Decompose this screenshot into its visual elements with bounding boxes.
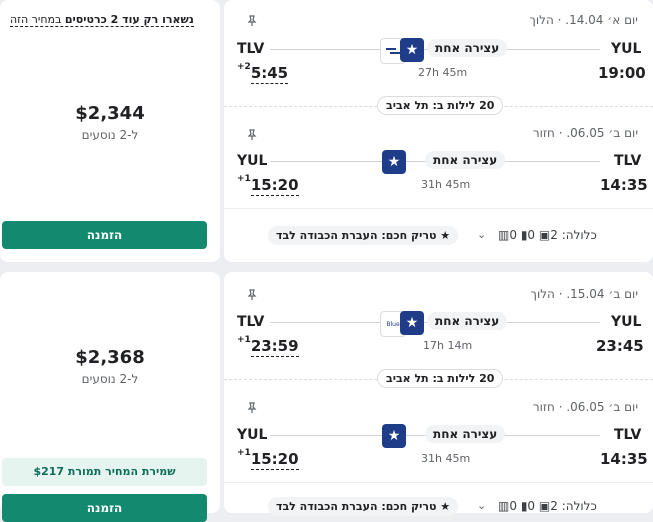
star-icon: ★ <box>440 500 451 513</box>
passenger-count: ל-2 נוסעים <box>81 372 139 386</box>
book-button[interactable]: הזמנה <box>2 494 207 522</box>
departure-code: YUL <box>611 41 642 57</box>
pin-icon[interactable] <box>246 129 258 141</box>
book-button[interactable]: הזמנה <box>2 221 207 249</box>
arrival-code: TLV <box>237 314 265 330</box>
departure-code: TLV <box>614 427 642 443</box>
nights-badge: 20 לילות ב: תל אביב <box>377 96 504 115</box>
departure-time: 14:35 <box>600 176 648 194</box>
leg-header: יום ב׳ 06.05. · חזור <box>532 400 638 414</box>
airline-logo-icon: ★ <box>400 38 424 62</box>
itinerary-card[interactable] <box>224 272 653 513</box>
departure-time: 23:45 <box>596 337 644 355</box>
stops-badge[interactable]: עצירה אחת <box>427 39 508 57</box>
arrival-code: YUL <box>237 153 268 169</box>
arrival-time[interactable]: +123:59 <box>237 335 299 357</box>
arrival-code: TLV <box>237 41 265 57</box>
duration: 31h 45m <box>421 178 471 191</box>
departure-code: YUL <box>611 314 642 330</box>
price-freeze-badge[interactable]: שמירת המחיר תמורת $217 <box>2 458 207 486</box>
arrival-time[interactable]: +25:45 <box>237 62 289 84</box>
duration: 17h 14m <box>423 339 473 352</box>
seats-left-warning: נשארו רק עוד 2 כרטיסים במחיר הזה <box>10 13 194 27</box>
price: $2,368 <box>75 347 145 368</box>
nights-badge: 20 לילות ב: תל אביב <box>377 369 504 388</box>
fare-tag[interactable]: ★ טריק חכם: העברת הכבודה לבד <box>268 226 459 245</box>
passenger-count: ל-2 נוסעים <box>81 128 139 142</box>
arrival-time[interactable]: +115:20 <box>237 448 299 470</box>
fare-tag[interactable]: ★ טריק חכם: העברת הכבודה לבד <box>268 497 459 516</box>
stops-badge[interactable]: עצירה אחת <box>427 312 508 330</box>
stops-badge[interactable]: עצירה אחת <box>425 151 506 169</box>
checked-bag-icon: ▥ <box>498 228 510 242</box>
checked-bag-icon: ▥ <box>498 499 510 513</box>
carry-on-icon: ▣ <box>538 228 551 242</box>
airline-logo-icon: ★ <box>382 424 406 448</box>
pin-icon[interactable] <box>246 15 258 27</box>
pin-icon[interactable] <box>246 402 258 414</box>
stops-badge[interactable]: עצירה אחת <box>425 425 506 443</box>
pin-icon[interactable] <box>246 289 258 301</box>
airline-logo-icon: ★ <box>382 150 406 174</box>
duration: 31h 45m <box>421 452 471 465</box>
leg-header: יום ב׳ 06.05. · חזור <box>532 126 638 140</box>
arrival-time[interactable]: +115:20 <box>237 174 299 196</box>
airline-logo-icon: ★ <box>400 311 424 335</box>
arrival-code: YUL <box>237 427 268 443</box>
carry-on-icon: ▣ <box>538 499 551 513</box>
leg-header: יום א׳ 14.04. · הלוך <box>529 13 638 27</box>
chevron-down-icon[interactable]: ⌄ <box>477 228 486 241</box>
star-icon: ★ <box>440 229 451 242</box>
leg-header: יום ב׳ 15.04. · הלוך <box>530 287 638 301</box>
price: $2,344 <box>75 103 145 124</box>
departure-time: 14:35 <box>600 450 648 468</box>
baggage-info: כלולה: 2▣ 0▮ 0▥ <box>498 228 597 242</box>
duration: 27h 45m <box>418 66 468 79</box>
departure-time: 19:00 <box>598 64 646 82</box>
departure-code: TLV <box>614 153 642 169</box>
chevron-down-icon[interactable]: ⌄ <box>477 499 486 512</box>
baggage-info: כלולה: 2▣ 0▮ 0▥ <box>498 499 597 513</box>
